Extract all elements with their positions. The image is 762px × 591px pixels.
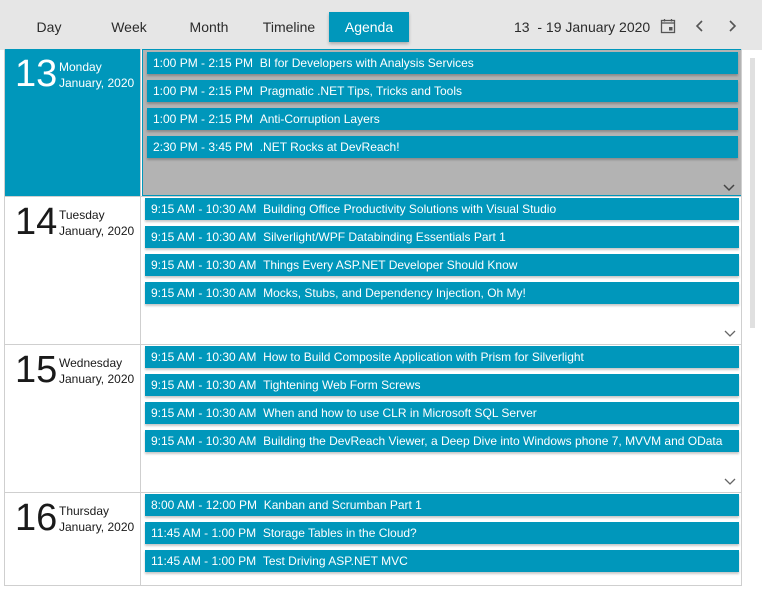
view-agenda-button[interactable]: Agenda [329,12,409,42]
appointment-title: Kanban and Scrumban Part 1 [263,498,422,512]
scheduler-toolbar: Day Week Month Timeline Agenda 13 - 19 J… [0,0,762,50]
chevron-left-icon[interactable] [688,14,712,38]
appointment-title: BI for Developers with Analysis Services [259,56,474,70]
appointment-title: Mocks, Stubs, and Dependency Injection, … [263,286,526,300]
appointment-time: 9:15 AM - 10:30 AM [151,434,257,448]
day-header[interactable]: 14 Tuesday January, 2020 [5,197,141,344]
appointment[interactable]: 11:45 AM - 1:00 PM Test Driving ASP.NET … [145,550,739,572]
day-weekday: Wednesday [59,356,123,370]
day-header[interactable]: 15 Wednesday January, 2020 [5,345,141,492]
appointment-time: 1:00 PM - 2:15 PM [153,56,254,70]
appointment[interactable]: 9:15 AM - 10:30 AM Building Office Produ… [145,198,739,220]
day-events: 9:15 AM - 10:30 AM Building Office Produ… [141,197,741,344]
appointment-title: Things Every ASP.NET Developer Should Kn… [263,258,518,272]
appointment-title: Building the DevReach Viewer, a Deep Div… [263,434,723,448]
day-events: 8:00 AM - 12:00 PM Kanban and Scrumban P… [141,493,741,585]
appointment[interactable]: 1:00 PM - 2:15 PM BI for Developers with… [147,52,738,74]
appointment-title: Silverlight/WPF Databinding Essentials P… [263,230,506,244]
day-row: 16 Thursday January, 2020 8:00 AM - 12:0… [5,493,741,585]
appointment-time: 9:15 AM - 10:30 AM [151,406,257,420]
appointment-time: 9:15 AM - 10:30 AM [151,202,257,216]
appointment-title: Storage Tables in the Cloud? [262,526,417,540]
day-row: 14 Tuesday January, 2020 9:15 AM - 10:30… [5,197,741,345]
appointment-title: Anti-Corruption Layers [259,112,380,126]
appointment-time: 9:15 AM - 10:30 AM [151,378,257,392]
appointment[interactable]: 9:15 AM - 10:30 AM Things Every ASP.NET … [145,254,739,276]
calendar-icon[interactable] [656,14,680,38]
chevron-right-icon[interactable] [720,14,744,38]
view-timeline-button[interactable]: Timeline [254,12,324,42]
appointment-time: 9:15 AM - 10:30 AM [151,230,257,244]
appointment-title: Pragmatic .NET Tips, Tricks and Tools [259,84,463,98]
appointment[interactable]: 1:00 PM - 2:15 PM Pragmatic .NET Tips, T… [147,80,738,102]
appointment-title: When and how to use CLR in Microsoft SQL… [263,406,537,420]
appointment-title: Tightening Web Form Screws [263,378,421,392]
day-number: 15 [15,349,58,391]
appointment-time: 9:15 AM - 10:30 AM [151,258,257,272]
vertical-scrollbar[interactable] [746,50,758,586]
day-number: 16 [15,497,58,539]
day-month-year: January, 2020 [59,520,135,534]
appointment-time: 1:00 PM - 2:15 PM [153,84,254,98]
day-row: 15 Wednesday January, 2020 9:15 AM - 10:… [5,345,741,493]
appointment[interactable]: 9:15 AM - 10:30 AM Tightening Web Form S… [145,374,739,396]
appointment-time: 2:30 PM - 3:45 PM [153,140,254,154]
day-number: 14 [15,201,58,243]
scrollbar-thumb[interactable] [750,58,755,328]
appointment-time: 9:15 AM - 10:30 AM [151,286,257,300]
appointment-title: Building Office Productivity Solutions w… [263,202,557,216]
chevron-down-icon[interactable] [722,183,736,193]
chevron-down-icon[interactable] [723,329,737,339]
appointment-title: Test Driving ASP.NET MVC [262,554,408,568]
day-weekday: Monday [59,60,102,74]
day-header[interactable]: 16 Thursday January, 2020 [5,493,141,585]
appointment[interactable]: 11:45 AM - 1:00 PM Storage Tables in the… [145,522,739,544]
view-week-button[interactable]: Week [94,12,164,42]
day-events: 1:00 PM - 2:15 PM BI for Developers with… [142,49,741,196]
appointment[interactable]: 1:00 PM - 2:15 PM Anti-Corruption Layers [147,108,738,130]
appointment[interactable]: 9:15 AM - 10:30 AM When and how to use C… [145,402,739,424]
appointment-time: 8:00 AM - 12:00 PM [151,498,258,512]
day-month-year: January, 2020 [59,76,135,90]
appointment-time: 1:00 PM - 2:15 PM [153,112,254,126]
day-month-year: January, 2020 [59,224,135,238]
view-month-button[interactable]: Month [174,12,244,42]
day-weekday: Thursday [59,504,110,518]
appointment[interactable]: 9:15 AM - 10:30 AM Building the DevReach… [145,430,739,452]
appointment-time: 9:15 AM - 10:30 AM [151,350,257,364]
appointment[interactable]: 9:15 AM - 10:30 AM Mocks, Stubs, and Dep… [145,282,739,304]
appointment-time: 11:45 AM - 1:00 PM [151,554,257,568]
appointment-title: .NET Rocks at DevReach! [259,140,400,154]
appointment-title: How to Build Composite Application with … [263,350,584,364]
day-month-year: January, 2020 [59,372,135,386]
appointment[interactable]: 9:15 AM - 10:30 AM Silverlight/WPF Datab… [145,226,739,248]
appointment[interactable]: 9:15 AM - 10:30 AM How to Build Composit… [145,346,739,368]
day-events: 9:15 AM - 10:30 AM How to Build Composit… [141,345,741,492]
view-day-button[interactable]: Day [14,12,84,42]
day-header[interactable]: 13 Monday January, 2020 [5,49,141,196]
day-row: 13 Monday January, 2020 1:00 PM - 2:15 P… [5,49,741,197]
agenda-view: 13 Monday January, 2020 1:00 PM - 2:15 P… [4,49,742,586]
appointment[interactable]: 2:30 PM - 3:45 PM .NET Rocks at DevReach… [147,136,738,158]
appointment-time: 11:45 AM - 1:00 PM [151,526,257,540]
date-range-label: 13 - 19 January 2020 [514,19,651,35]
day-number: 13 [15,53,58,95]
day-weekday: Tuesday [59,208,105,222]
chevron-down-icon[interactable] [723,477,737,487]
appointment[interactable]: 8:00 AM - 12:00 PM Kanban and Scrumban P… [145,494,739,516]
